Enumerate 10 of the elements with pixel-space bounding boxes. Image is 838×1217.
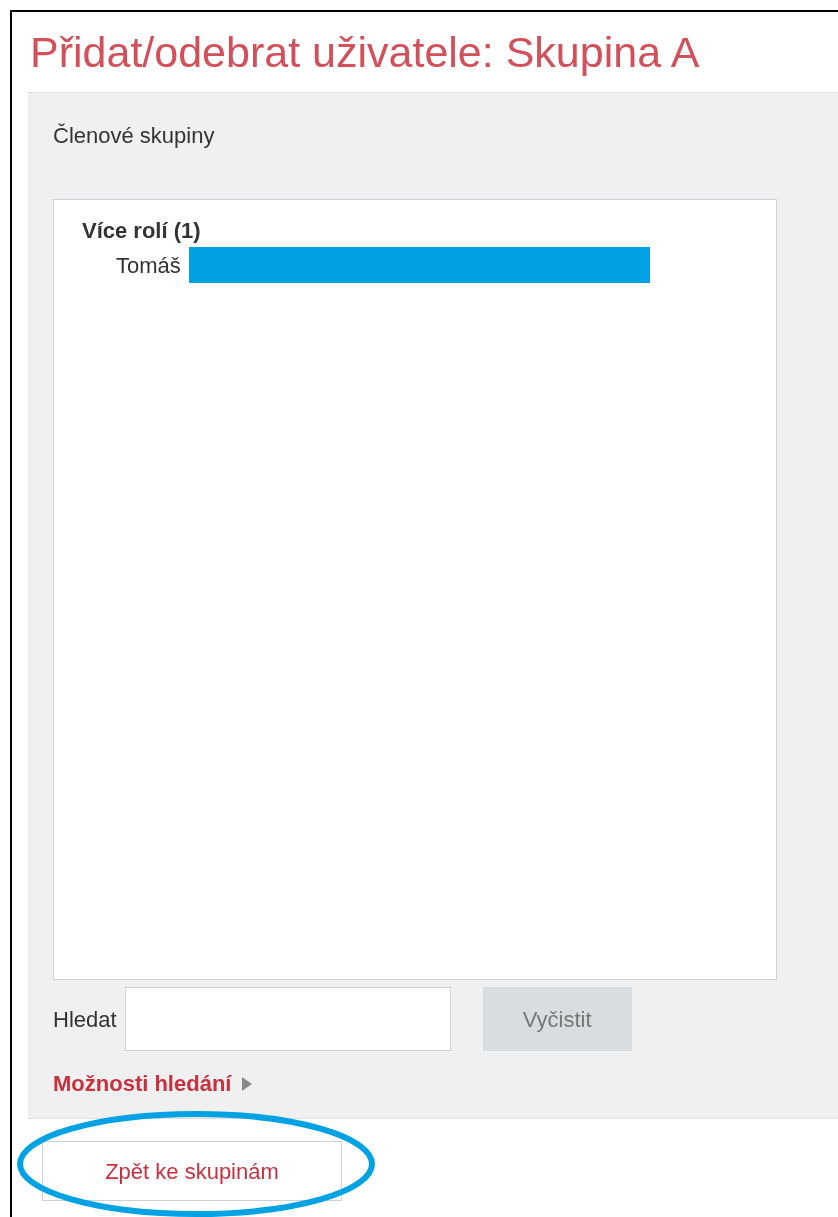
section-label: Členové skupiny — [53, 122, 216, 150]
search-options-link[interactable]: Možnosti hledání — [53, 1067, 232, 1100]
search-field[interactable] — [124, 987, 451, 1051]
group-label: Více rolí (1) — [82, 217, 202, 245]
page-title: Přidat/odebrat uživatele: Skupina A — [30, 27, 701, 78]
member-name: Tomáš — [116, 251, 181, 280]
member-option[interactable]: Tomáš — [82, 246, 776, 284]
search-label: Hledat — [53, 1005, 117, 1034]
members-listbox[interactable]: Více rolí (1) Tomáš — [53, 199, 777, 980]
back-to-groups-button[interactable]: Zpět ke skupinám — [42, 1141, 342, 1201]
